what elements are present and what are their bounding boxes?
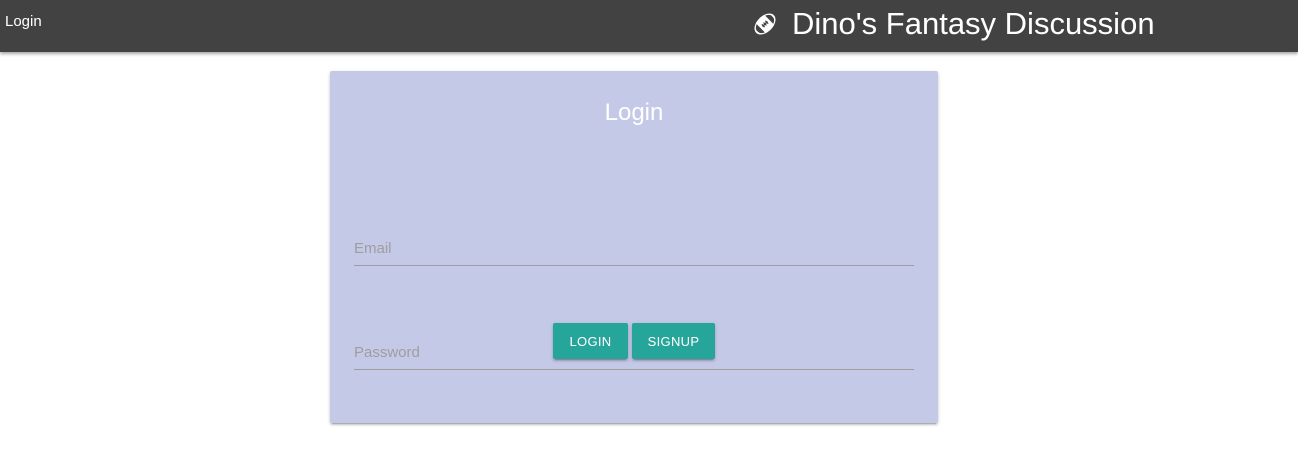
email-field[interactable] [354,236,914,266]
navbar: Login Dino's Fantasy Discussion [0,0,1298,52]
email-field-wrapper [354,236,914,266]
button-group: LOGIN SIGNUP [330,323,938,359]
login-card: Login LOGIN SIGNUP [330,71,938,423]
login-card-title: Login [604,99,664,126]
login-button[interactable]: LOGIN [553,323,628,359]
football-icon [752,11,792,37]
brand-title: Dino's Fantasy Discussion [792,6,1155,41]
signup-button[interactable]: SIGNUP [632,323,715,359]
brand-logo[interactable]: Dino's Fantasy Discussion [752,6,1155,42]
nav-login-link[interactable]: Login [5,13,42,31]
